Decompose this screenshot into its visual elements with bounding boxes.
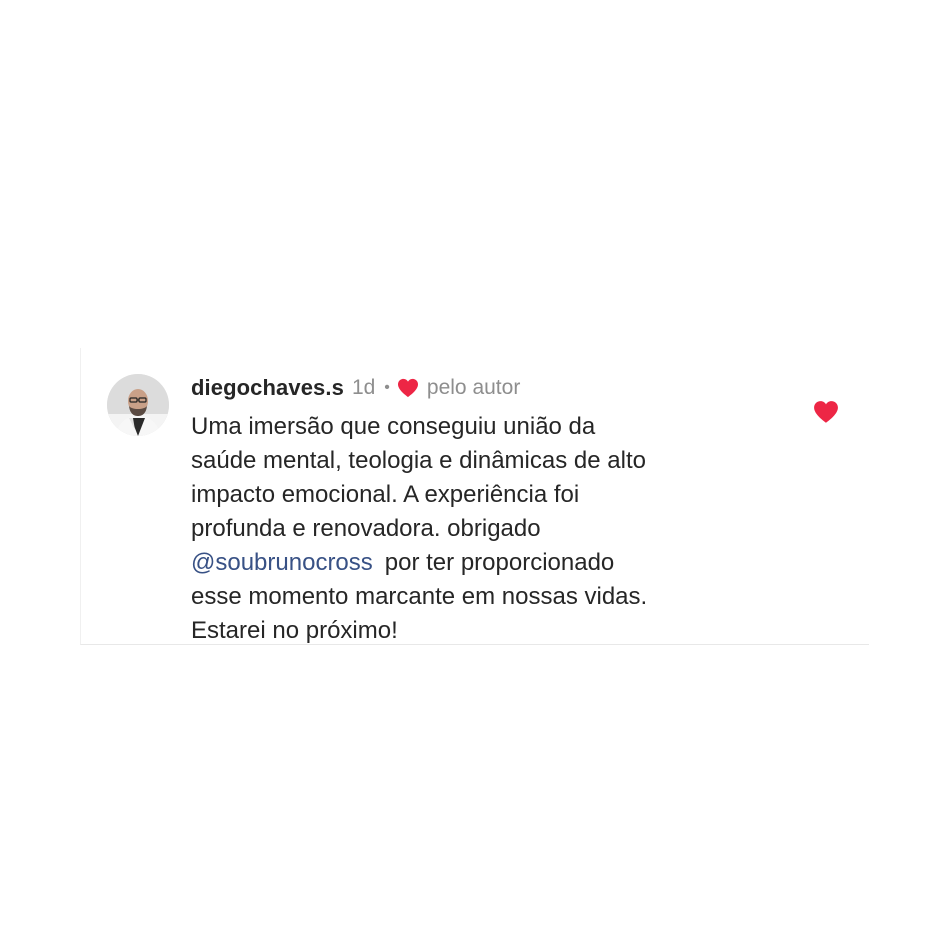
- avatar-photo: [107, 374, 169, 436]
- comment-line: impacto emocional. A experiência foi: [191, 481, 580, 508]
- comment-line: Uma imersão que conseguiu união da: [191, 413, 596, 440]
- mention-link[interactable]: @soubrunocross: [191, 549, 373, 576]
- comment-line: esse momento marcante em nossas vidas.: [191, 583, 648, 610]
- timestamp[interactable]: 1d: [352, 376, 375, 400]
- comment-text: Uma imersão que conseguiu união da saúde…: [191, 410, 791, 648]
- comment-line: profunda e renovadora. obrigado: [191, 515, 541, 542]
- avatar[interactable]: [107, 374, 169, 436]
- comment-line: @soubrunocross por ter proporcionado: [191, 546, 791, 580]
- comment-line-text: por ter proporcionado: [384, 549, 615, 576]
- comment-line: saúde mental, teologia e dinâmicas de al…: [191, 447, 646, 474]
- username-link[interactable]: diegochaves.s: [191, 375, 344, 401]
- liked-by-author-label: pelo autor: [426, 376, 521, 399]
- comment-line: Estarei no próximo!: [191, 617, 398, 644]
- separator-dot: •: [384, 379, 390, 396]
- comment-header: diegochaves.s 1d • pelo autor: [191, 374, 520, 402]
- comment-item: diegochaves.s 1d • pelo autor Uma imersã…: [80, 348, 869, 645]
- heart-icon: [397, 378, 419, 398]
- like-button[interactable]: [813, 400, 839, 424]
- heart-icon: [814, 401, 838, 423]
